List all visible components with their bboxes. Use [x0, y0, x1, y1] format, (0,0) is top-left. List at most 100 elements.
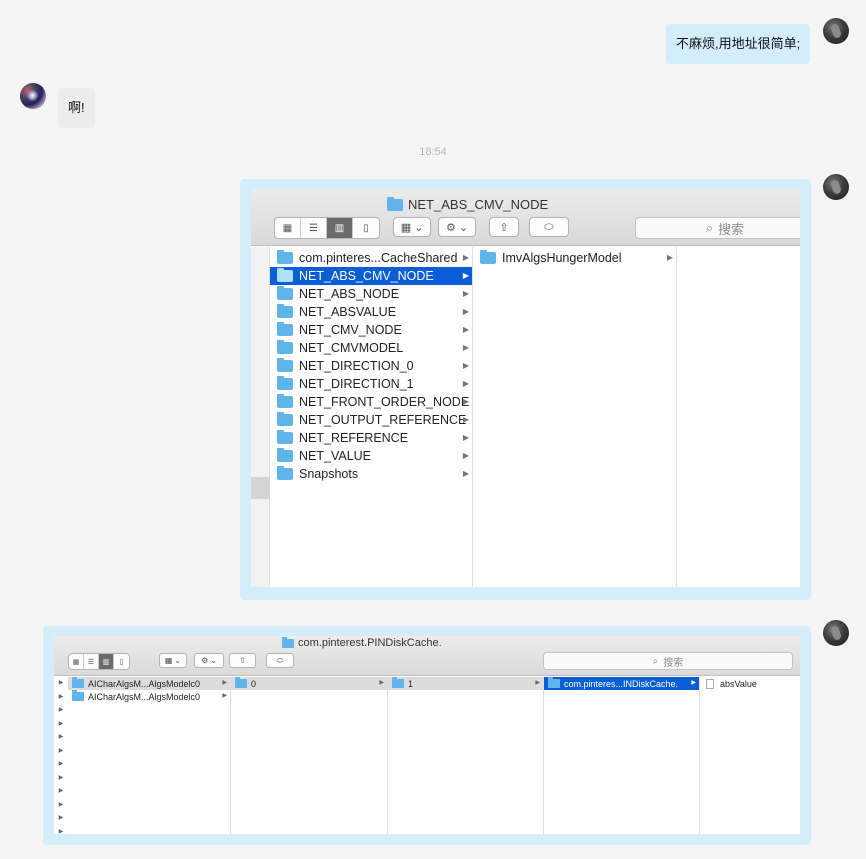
disclosure-gutter: ▶ ▶ ▶ ▶ ▶ ▶ ▶ ▶ ▶ ▶ ▶ ▶	[54, 677, 68, 834]
list-item[interactable]: NET_ABSVALUE ▶	[270, 303, 472, 321]
column-1: com.pinteres...CacheShared ▶ NET_ABS_CMV_…	[270, 247, 473, 587]
list-item[interactable]: AICharAlgsM...AlgsModelc0 ▶	[68, 690, 230, 703]
share-icon: ⇧	[499, 221, 509, 234]
folder-icon	[277, 466, 293, 480]
disclosure-triangle-icon[interactable]: ▶	[54, 745, 68, 759]
group-by-button[interactable]: ▦ ⌄	[159, 653, 187, 668]
action-button[interactable]: ⚙ ⌄	[438, 217, 476, 237]
list-item-selected[interactable]: NET_ABS_CMV_NODE ▶	[270, 267, 472, 285]
folder-icon	[277, 358, 293, 372]
list-item[interactable]: NET_DIRECTION_1 ▶	[270, 375, 472, 393]
chevron-right-icon: ▶	[462, 433, 469, 442]
my-avatar[interactable]	[823, 174, 849, 200]
disclosure-triangle-icon[interactable]: ▶	[54, 812, 68, 826]
list-view-icon[interactable]: ☰	[301, 218, 327, 238]
view-mode-control[interactable]: ▦ ☰ ▥ ▯	[68, 653, 130, 670]
chevron-right-icon: ▶	[462, 397, 469, 406]
list-item-selected[interactable]: AICharAlgsM...AlgsModelc0 ▶	[68, 677, 230, 690]
disclosure-triangle-icon[interactable]: ▶	[54, 826, 68, 835]
folder-icon	[387, 196, 403, 211]
disclosure-triangle-icon[interactable]: ▶	[54, 677, 68, 691]
disclosure-triangle-icon[interactable]: ▶	[54, 718, 68, 732]
list-view-icon[interactable]: ☰	[84, 654, 99, 669]
disclosure-triangle-icon[interactable]: ▶	[54, 785, 68, 799]
tag-icon: ⬭	[276, 655, 284, 665]
image-message-finder-screenshot[interactable]: NET_ABS_CMV_NODE ▦ ☰ ▥ ▯ ▦ ⌄ ⚙ ⌄ ⇧ ⬭ ⌕ 搜…	[240, 179, 811, 600]
list-item[interactable]: NET_OUTPUT_REFERENCE ▶	[270, 411, 472, 429]
folder-icon	[277, 448, 293, 462]
list-item[interactable]: NET_FRONT_ORDER_NODE ▶	[270, 393, 472, 411]
list-item[interactable]: NET_REFERENCE ▶	[270, 429, 472, 447]
cover-flow-icon[interactable]: ▯	[353, 218, 379, 238]
list-item[interactable]: NET_CMVMODEL ▶	[270, 339, 472, 357]
share-button[interactable]: ⇧	[229, 653, 256, 668]
view-mode-control[interactable]: ▦ ☰ ▥ ▯	[274, 217, 380, 239]
icon-view-icon[interactable]: ▦	[275, 218, 301, 238]
list-item[interactable]: com.pinteres...CacheShared ▶	[270, 249, 472, 267]
folder-icon	[277, 250, 293, 264]
finder-window: NET_ABS_CMV_NODE ▦ ☰ ▥ ▯ ▦ ⌄ ⚙ ⌄ ⇧ ⬭ ⌕ 搜…	[251, 189, 800, 587]
column-view-icon[interactable]: ▥	[327, 218, 353, 238]
search-field[interactable]: ⌕ 搜索	[543, 652, 793, 670]
finder-window: com.pinterest.PINDiskCache. ▦ ☰ ▥ ▯ ▦ ⌄ …	[54, 636, 800, 834]
list-item-selected[interactable]: 1 ▶	[388, 677, 543, 690]
column-view-icon[interactable]: ▥	[99, 654, 114, 669]
scroll-thumb[interactable]	[251, 477, 270, 499]
disclosure-triangle-icon[interactable]: ▶	[54, 799, 68, 813]
column-2: 0 ▶	[231, 677, 388, 834]
chevron-right-icon: ▶	[462, 253, 469, 262]
grid-icon: ▦	[400, 221, 412, 234]
chevron-down-icon: ⌄	[210, 656, 217, 665]
folder-icon	[277, 394, 293, 408]
message-timestamp: 18:54	[419, 146, 447, 158]
list-item-selected[interactable]: 0 ▶	[231, 677, 387, 690]
list-item[interactable]: Snapshots ▶	[270, 465, 472, 483]
my-avatar[interactable]	[823, 620, 849, 646]
contact-avatar[interactable]	[20, 83, 46, 109]
action-button[interactable]: ⚙ ⌄	[194, 653, 224, 668]
folder-icon	[282, 636, 294, 648]
chevron-right-icon: ▶	[462, 271, 469, 280]
folder-icon	[72, 677, 84, 688]
folder-icon	[277, 322, 293, 336]
list-item[interactable]: NET_VALUE ▶	[270, 447, 472, 465]
sidebar-edge	[251, 247, 270, 587]
list-item[interactable]: absValue	[700, 677, 800, 690]
list-item[interactable]: NET_ABS_NODE ▶	[270, 285, 472, 303]
disclosure-triangle-icon[interactable]: ▶	[54, 704, 68, 718]
chevron-right-icon: ▶	[462, 343, 469, 352]
chevron-right-icon: ▶	[462, 415, 469, 424]
folder-icon	[277, 268, 293, 282]
folder-icon	[392, 677, 404, 688]
search-field[interactable]: ⌕ 搜索	[635, 217, 800, 239]
list-item[interactable]: ImvAlgsHungerModel ▶	[473, 249, 676, 267]
disclosure-triangle-icon[interactable]: ▶	[54, 772, 68, 786]
icon-view-icon[interactable]: ▦	[69, 654, 84, 669]
disclosure-triangle-icon[interactable]: ▶	[54, 691, 68, 705]
tags-button[interactable]: ⬭	[266, 653, 294, 668]
message-bubble-outgoing[interactable]: 不麻烦,用地址很简单;	[666, 24, 811, 64]
chevron-right-icon: ▶	[535, 680, 540, 686]
list-item[interactable]: NET_CMV_NODE ▶	[270, 321, 472, 339]
tag-icon: ⬭	[544, 220, 554, 233]
folder-icon	[277, 340, 293, 354]
folder-icon	[277, 286, 293, 300]
folder-icon	[277, 376, 293, 390]
tags-button[interactable]: ⬭	[529, 217, 569, 237]
disclosure-triangle-icon[interactable]: ▶	[54, 758, 68, 772]
list-item[interactable]: NET_DIRECTION_0 ▶	[270, 357, 472, 375]
message-bubble-incoming[interactable]: 啊!	[58, 88, 95, 128]
folder-icon	[480, 250, 496, 264]
chevron-down-icon: ⌄	[174, 656, 182, 665]
share-button[interactable]: ⇧	[489, 217, 519, 237]
gear-icon: ⚙	[201, 656, 209, 665]
list-item-selected[interactable]: com.pinteres...INDiskCache. ▶	[544, 677, 699, 690]
my-avatar[interactable]	[823, 18, 849, 44]
image-message-finder-screenshot-2[interactable]: com.pinterest.PINDiskCache. ▦ ☰ ▥ ▯ ▦ ⌄ …	[43, 626, 811, 845]
chevron-down-icon: ⌄	[414, 221, 424, 234]
group-by-button[interactable]: ▦ ⌄	[393, 217, 431, 237]
folder-icon	[277, 304, 293, 318]
chevron-right-icon: ▶	[462, 307, 469, 316]
disclosure-triangle-icon[interactable]: ▶	[54, 731, 68, 745]
cover-flow-icon[interactable]: ▯	[114, 654, 129, 669]
